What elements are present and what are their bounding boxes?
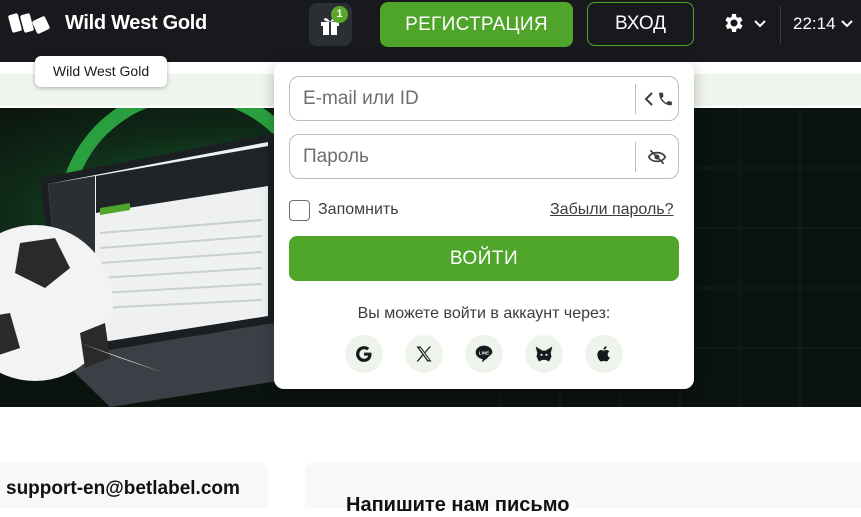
eye-off-icon[interactable]: [647, 148, 667, 166]
chevron-down-icon[interactable]: [753, 17, 767, 31]
chevron-left-icon[interactable]: [643, 90, 655, 108]
mail-card-title: Напишите нам письмо: [346, 494, 570, 516]
header-divider: [780, 6, 781, 44]
remember-label[interactable]: Запомнить: [318, 201, 399, 219]
register-button[interactable]: РЕГИСТРАЦИЯ: [380, 2, 573, 47]
password-field[interactable]: Пароль: [289, 134, 679, 179]
metamask-login-button[interactable]: [525, 335, 563, 373]
password-placeholder: Пароль: [303, 146, 369, 167]
field-divider: [635, 142, 636, 172]
chevron-down-icon[interactable]: [840, 17, 854, 31]
phone-icon[interactable]: [657, 90, 674, 108]
gift-count-badge: 1: [331, 6, 348, 23]
title-tooltip: Wild West Gold: [35, 56, 167, 87]
email-field[interactable]: E-mail или ID: [289, 76, 679, 121]
metamask-icon: [535, 346, 553, 362]
login-button[interactable]: ВХОД: [587, 2, 694, 46]
google-login-button[interactable]: [345, 335, 383, 373]
social-login-prompt: Вы можете войти в аккаунт через:: [357, 305, 611, 322]
gear-icon[interactable]: [721, 11, 745, 35]
svg-text:LINE: LINE: [479, 350, 489, 355]
remember-checkbox[interactable]: [289, 200, 310, 221]
forgot-password-link[interactable]: Забыли пароль?: [550, 201, 674, 219]
apple-login-button[interactable]: [585, 335, 623, 373]
x-login-button[interactable]: [405, 335, 443, 373]
line-login-button[interactable]: LINE: [465, 335, 503, 373]
x-icon: [416, 346, 432, 362]
apple-icon: [597, 346, 610, 362]
clock: 22:14: [793, 14, 836, 33]
slot-logo-icon[interactable]: [8, 10, 50, 36]
field-divider: [635, 84, 636, 114]
email-placeholder: E-mail или ID: [303, 88, 419, 109]
support-email[interactable]: support-en@betlabel.com: [6, 478, 240, 500]
game-title: Wild West Gold: [65, 12, 207, 34]
google-icon: [356, 346, 372, 362]
submit-login-button[interactable]: ВОЙТИ: [289, 236, 679, 281]
line-icon: LINE: [475, 345, 493, 362]
